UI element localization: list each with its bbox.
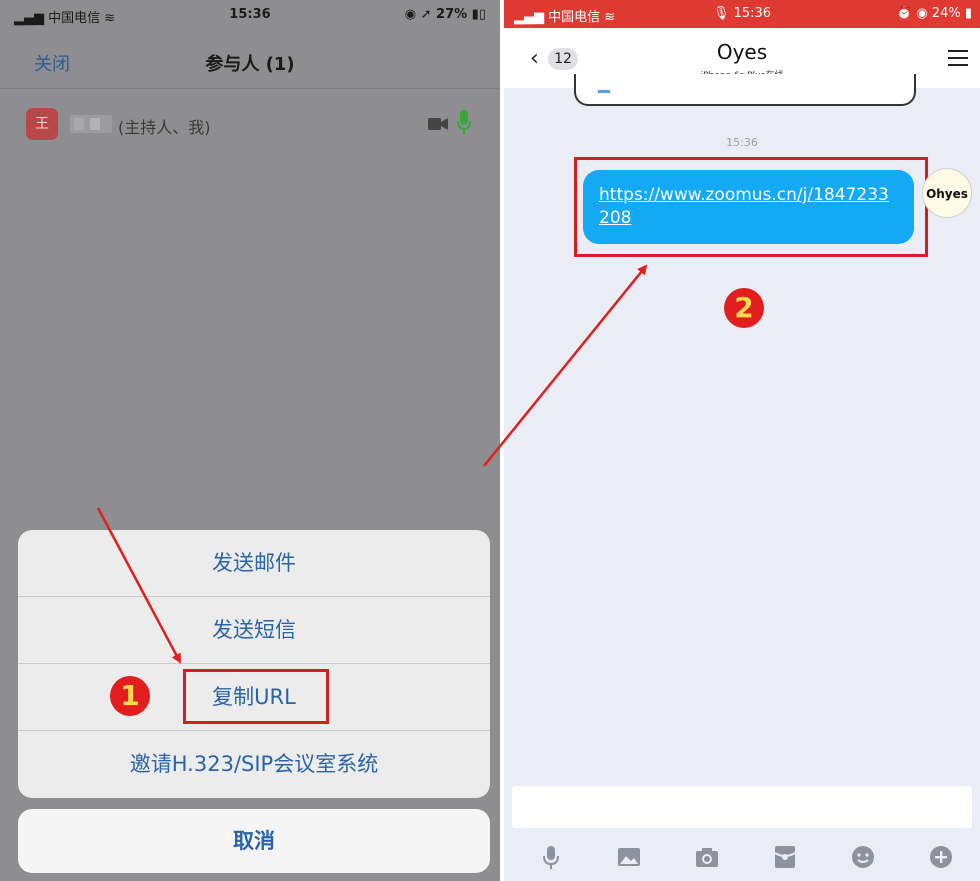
nav-bar: 关闭 参与人 (1) (0, 30, 500, 88)
microphone-icon[interactable] (457, 110, 471, 136)
page-title: 参与人 (1) (205, 54, 295, 75)
plus-icon[interactable] (928, 844, 954, 870)
participant-role: (主持人、我) (118, 118, 211, 137)
previous-message-bubble (574, 74, 916, 106)
step-marker-2: 2 (724, 288, 764, 328)
chat-toolbar (504, 836, 980, 881)
video-camera-icon[interactable] (428, 117, 448, 131)
blurred-name (70, 115, 112, 133)
divider (0, 88, 500, 89)
mic-icon[interactable] (538, 844, 564, 870)
chat-title: Oyes (716, 40, 768, 64)
composite-screenshot: ▂▄▆ 中国电信 ≋ 15:36 ◉ ➚ 27% ▮▯ 关闭 参与人 (1) 王… (0, 0, 980, 881)
message-timestamp: 15:36 (726, 136, 758, 149)
battery-indicator: ⏰ ◉ 24% ▮ (896, 6, 972, 21)
image-icon[interactable] (616, 844, 642, 870)
avatar[interactable]: Ohyes (922, 168, 972, 218)
send-email-option[interactable]: 发送邮件 (18, 530, 490, 597)
send-sms-option[interactable]: 发送短信 (18, 597, 490, 664)
left-phone-screen: ▂▄▆ 中国电信 ≋ 15:36 ◉ ➚ 27% ▮▯ 关闭 参与人 (1) 王… (0, 0, 500, 881)
highlight-box (183, 669, 329, 724)
step-marker-1: 1 (110, 676, 150, 716)
red-packet-icon[interactable] (772, 844, 798, 870)
highlight-box (574, 157, 928, 257)
participant-row[interactable]: 王 (主持人、我) (0, 90, 500, 154)
status-bar: ▂▄▆ 中国电信 ≋ 🎙 15:36 ⏰ ◉ 24% ▮ (504, 0, 980, 28)
message-input[interactable] (512, 786, 972, 828)
emoji-icon[interactable] (850, 844, 876, 870)
battery-indicator: ◉ ➚ 27% ▮▯ (404, 7, 486, 22)
status-bar: ▂▄▆ 中国电信 ≋ 15:36 ◉ ➚ 27% ▮▯ (0, 0, 500, 30)
camera-icon[interactable] (694, 844, 720, 870)
invite-room-system-option[interactable]: 邀请H.323/SIP会议室系统 (18, 731, 490, 798)
menu-icon[interactable] (948, 50, 968, 71)
action-sheet: 发送邮件 发送短信 复制URL 邀请H.323/SIP会议室系统 (18, 530, 490, 798)
right-phone-screen: ▂▄▆ 中国电信 ≋ 🎙 15:36 ⏰ ◉ 24% ▮ ‹ 12 Oyes i… (504, 0, 980, 881)
avatar: 王 (26, 108, 58, 140)
cancel-button[interactable]: 取消 (18, 809, 490, 873)
